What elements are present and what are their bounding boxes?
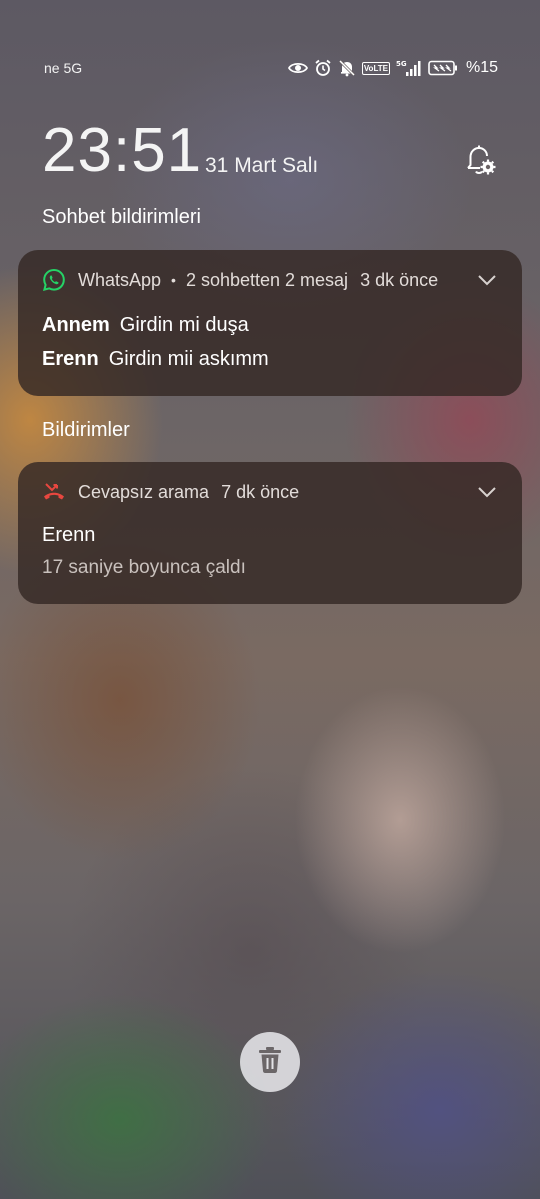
status-bar: ne 5G VoLTE 5G %15 [0,54,540,84]
message-sender: Erenn [42,348,99,370]
missed-call-notification-card[interactable]: Cevapsız arama 7 dk önce Erenn 17 saniye… [18,462,522,604]
chevron-down-icon[interactable] [476,482,498,502]
whatsapp-time: 3 dk önce [360,269,439,290]
message-text: Girdin mi duşa [119,314,249,336]
volte-icon: VoLTE [361,61,390,75]
notification-settings-icon[interactable] [462,142,498,178]
whatsapp-summary: 2 sohbetten 2 mesaj [185,269,349,290]
status-icons: VoLTE 5G %15 [287,56,498,80]
bell-off-icon [338,59,356,77]
signal-5g-icon: 5G [396,59,422,77]
battery-saver-icon [428,60,458,76]
whatsapp-notification-card[interactable]: WhatsApp • 2 sohbetten 2 mesaj 3 dk önce… [18,250,522,396]
carrier-label: ne 5G [44,60,83,76]
svg-text:5G: 5G [396,60,407,68]
trash-icon [257,1046,283,1079]
missed-call-time: 7 dk önce [221,481,300,502]
clear-all-button[interactable] [240,1032,300,1092]
missed-call-title: Cevapsız arama [78,481,210,502]
message-row: Annem Girdin mi duşa [42,314,249,337]
message-text: Girdin mii askımm [108,348,269,370]
battery-percent: %15 [465,59,498,76]
caller-name: Erenn [42,524,96,546]
call-detail: 17 saniye boyunca çaldı [42,557,246,578]
alarm-icon [314,59,332,77]
message-row: Erenn Girdin mii askımm [42,348,269,371]
lockscreen-clock: 23:51 [42,116,203,185]
whatsapp-icon [42,268,66,292]
message-sender: Annem [42,314,110,336]
whatsapp-app-name: WhatsApp [78,269,162,290]
section-title-notifications: Bildirimler [42,419,130,441]
lockscreen-date: 31 Mart Salı [205,154,319,177]
header-separator: • [171,272,176,288]
missed-call-icon [42,480,66,504]
section-title-chat: Sohbet bildirimleri [42,206,201,228]
chevron-down-icon[interactable] [476,270,498,290]
whatsapp-card-header: WhatsApp • 2 sohbetten 2 mesaj 3 dk önce [42,268,500,292]
missed-call-card-header: Cevapsız arama 7 dk önce [42,480,500,504]
eye-icon [287,61,308,75]
